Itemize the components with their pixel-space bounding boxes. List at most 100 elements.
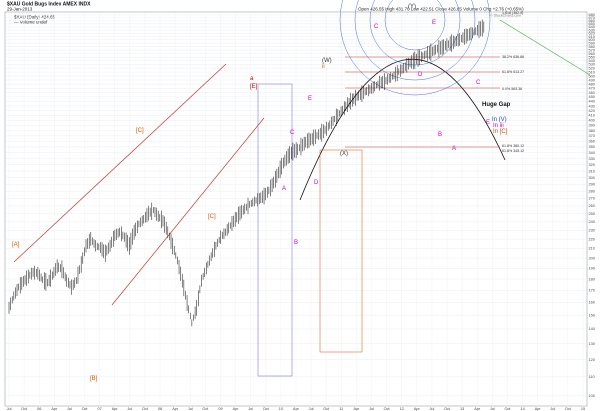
y-tick-8: 180	[589, 277, 595, 281]
wave-label-10: E	[308, 96, 312, 102]
wave-label-6: A	[282, 186, 286, 192]
wave-label-2: [C]	[136, 128, 144, 134]
xau-chart: $XAU Gold Bugs Index AMEX INDX 29-Jan-20…	[4, 0, 595, 411]
x-tick-36: Jul	[550, 407, 555, 411]
y-tick-21: 310	[589, 169, 595, 173]
y-tick-38: 480	[589, 82, 595, 86]
wave-label-3: [C]	[208, 214, 216, 220]
y-tick-16: 260	[589, 204, 595, 208]
y-tick-18: 280	[589, 190, 595, 194]
fib-label-4: 61.8% 380.12	[502, 144, 524, 148]
annotation-huge-gap: Huge Gap	[482, 102, 511, 108]
x-tick-13: Oct	[202, 407, 209, 411]
y-tick-22: 320	[589, 163, 595, 167]
x-tick-24: Jul	[369, 407, 374, 411]
y-tick-30: 400	[589, 119, 595, 123]
x-tick-12: Jul	[188, 407, 193, 411]
wave-label-19: A	[452, 146, 456, 152]
y-tick-29: 390	[589, 124, 595, 128]
fib-label-1: 38.2% 636.86	[502, 55, 524, 59]
x-tick-35: Apr	[535, 407, 542, 411]
y-tick-0: 100	[589, 394, 595, 398]
x-tick-34: 14	[520, 407, 524, 411]
y-tick-42: 520	[589, 67, 595, 71]
wave-label-14: ii	[322, 64, 325, 70]
x-tick-2: 06	[37, 407, 41, 411]
y-tick-35: 450	[589, 95, 595, 99]
x-tick-33: Oct	[505, 407, 512, 411]
x-tick-21: Oct	[323, 407, 330, 411]
y-tick-12: 220	[589, 237, 595, 241]
x-tick-18: 10	[279, 407, 283, 411]
y-tick-17: 270	[589, 197, 595, 201]
x-tick-11: Apr	[172, 407, 179, 411]
fib-label-2: 61.8% 613.27	[502, 70, 524, 74]
y-tick-23: 330	[589, 157, 595, 161]
x-tick-3: Apr	[51, 407, 58, 411]
wave-label-8: C	[290, 130, 295, 136]
x-tick-22: 11	[339, 407, 343, 411]
x-tick-5: Oct	[82, 407, 89, 411]
y-tick-33: 430	[589, 104, 595, 108]
wave-label-20: C	[476, 80, 481, 86]
x-tick-19: Apr	[293, 407, 300, 411]
y-tick-1: 110	[589, 375, 595, 379]
y-tick-28: 380	[589, 129, 595, 133]
x-tick-27: Apr	[414, 407, 421, 411]
x-tick-37: Oct	[565, 407, 572, 411]
y-tick-43: 530	[589, 63, 595, 67]
ohlc-readout: Open 426.55 High 431.70 Low 422.51 Close…	[358, 7, 524, 12]
y-tick-37: 470	[589, 87, 595, 91]
y-tick-34: 440	[589, 100, 595, 104]
x-tick-1: Oct	[21, 407, 28, 411]
y-tick-24: 340	[589, 151, 595, 155]
x-tick-28: Jul	[430, 407, 435, 411]
wave-label-1: [B]	[90, 376, 98, 382]
wave-label-16: D	[418, 72, 423, 78]
x-tick-38: 15	[581, 407, 585, 411]
y-tick-40: 500	[589, 74, 595, 78]
x-tick-4: Jul	[67, 407, 72, 411]
y-axis: 100 110 120 130 140 150 160 170 180 190 200 210 220 2…	[589, 13, 595, 398]
wave-label-5: [E]	[250, 84, 258, 90]
fib-label-0: 1.618 (382.5)	[502, 11, 523, 15]
y-tick-19: 290	[589, 183, 595, 187]
chart-date: 29-Jan-2013	[7, 7, 33, 12]
x-tick-32: Jul	[490, 407, 495, 411]
wave-label-15: C	[374, 24, 379, 30]
wave-label-13: (Y)	[408, 4, 416, 10]
y-tick-47: 570	[589, 48, 595, 52]
fib-label-5: 61.8% 345.12	[502, 149, 524, 153]
wave-label-24: In [C]	[493, 129, 508, 135]
y-tick-9: 190	[589, 267, 595, 271]
y-tick-15: 250	[589, 212, 595, 216]
x-tick-9: Oct	[142, 407, 149, 411]
x-axis: Jul Oct 06 Apr Jul Oct 07 Apr Jul Oct 08 Apr Jul Oct 0…	[7, 407, 586, 411]
y-tick-7: 170	[589, 289, 595, 293]
y-tick-41: 510	[589, 70, 595, 74]
y-tick-5: 150	[589, 314, 595, 318]
x-tick-20: Jul	[309, 407, 314, 411]
y-tick-4: 140	[589, 327, 595, 331]
x-tick-16: Jul	[248, 407, 253, 411]
x-tick-7: Apr	[112, 407, 119, 411]
y-tick-27: 370	[589, 134, 595, 138]
y-tick-10: 200	[589, 256, 595, 260]
wave-label-17: E	[432, 20, 436, 26]
x-tick-8: Jul	[127, 407, 132, 411]
y-tick-11: 210	[589, 247, 595, 251]
y-tick-26: 360	[589, 140, 595, 144]
wave-label-7: B	[294, 240, 298, 246]
x-tick-0: Jul	[7, 407, 12, 411]
x-tick-31: Apr	[474, 407, 481, 411]
y-tick-44: 540	[589, 59, 595, 63]
y-tick-14: 240	[589, 220, 595, 224]
x-tick-23: Apr	[353, 407, 360, 411]
y-tick-6: 160	[589, 301, 595, 305]
y-tick-31: 410	[589, 114, 595, 118]
x-tick-25: Oct	[384, 407, 391, 411]
y-tick-46: 560	[589, 52, 595, 56]
wave-label-21: E	[486, 120, 490, 126]
y-tick-58: 680	[589, 13, 595, 17]
y-tick-2: 120	[589, 358, 595, 362]
